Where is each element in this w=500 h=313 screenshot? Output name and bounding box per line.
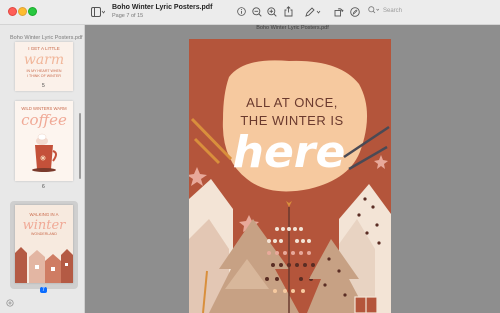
poster-line1: ALL AT ONCE, (246, 95, 338, 110)
rotate-icon[interactable] (334, 6, 344, 17)
search-icon (368, 6, 380, 16)
page-number-7: 7 (40, 287, 47, 293)
close-window-button[interactable] (8, 7, 17, 16)
document-viewer[interactable]: Boho Winter Lyric Posters.pdf ALL AT ONC… (85, 25, 500, 313)
poster-script-word: here (233, 127, 346, 178)
share-icon[interactable] (283, 6, 293, 17)
thumbnail-page-7[interactable]: WALKING IN A winter WONDERLAND (15, 205, 73, 283)
thumb6-script: coffee (21, 111, 67, 129)
thumb5-line1: I GET A LITTLE (28, 46, 59, 51)
thumbnail-page-6[interactable]: WILD WINTERS WARM coffee (15, 101, 73, 181)
page-number-6: 6 (42, 184, 45, 190)
poster-artwork: ALL AT ONCE, THE WINTER IS here (189, 60, 391, 313)
zoom-out-icon[interactable] (252, 6, 262, 17)
annotate-icon[interactable] (350, 6, 360, 17)
search-placeholder: Search (383, 8, 403, 14)
thumb5-line4: I THINK OF WINTER (27, 74, 61, 78)
thumb7-line1: WALKING IN A (30, 212, 59, 217)
search-field[interactable]: Search (368, 5, 408, 17)
thumbnail-sidebar: Boho Winter Lyric Posters.pdf I GET A LI… (0, 25, 85, 313)
sidebar-scrollbar[interactable] (79, 113, 81, 179)
info-icon[interactable] (236, 6, 246, 17)
thumb7-script: winter (23, 218, 67, 233)
add-page-icon[interactable] (6, 299, 14, 309)
window-titlebar: Boho Winter Lyric Posters.pdf Page 7 of … (0, 0, 500, 25)
poster-page: ALL AT ONCE, THE WINTER IS here (189, 39, 391, 313)
markup-icon[interactable] (304, 6, 322, 17)
sidebar-toggle-icon[interactable] (90, 6, 106, 17)
document-title: Boho Winter Lyric Posters.pdf (112, 4, 213, 11)
page-caption: Boho Winter Lyric Posters.pdf (256, 25, 329, 31)
thumb7-line3: WONDERLAND (31, 232, 57, 236)
sidebar-document-name: Boho Winter Lyric Posters.pdf (10, 35, 83, 41)
zoom-window-button[interactable] (28, 7, 37, 16)
page-number-5: 5 (42, 83, 45, 89)
thumb5-line3: IN MY HEART WHEN (27, 69, 62, 73)
thumb5-script: warm (24, 52, 64, 68)
zoom-in-icon[interactable] (267, 6, 277, 17)
page-indicator: Page 7 of 15 (112, 13, 144, 19)
poster-line2: THE WINTER IS (240, 113, 343, 128)
minimize-window-button[interactable] (18, 7, 27, 16)
